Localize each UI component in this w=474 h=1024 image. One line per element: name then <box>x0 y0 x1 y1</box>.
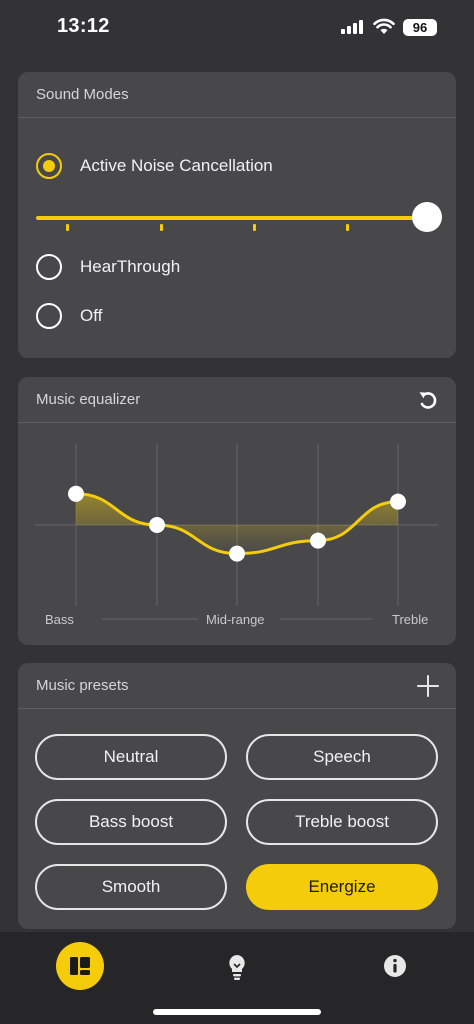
hearthrough-radio[interactable] <box>36 254 62 280</box>
anc-slider-tick <box>160 224 163 231</box>
preset-energize-button[interactable]: Energize <box>246 864 438 910</box>
eq-band-handle-5[interactable] <box>390 493 406 510</box>
off-label: Off <box>80 306 103 325</box>
equalizer-title: Music equalizer <box>36 391 141 408</box>
eq-mid-label: Mid-range <box>206 612 265 627</box>
reset-icon[interactable] <box>416 388 440 412</box>
eq-treble-label: Treble <box>392 612 429 627</box>
off-radio[interactable] <box>36 303 62 329</box>
eq-band-handle-2[interactable] <box>149 517 165 533</box>
anc-slider-tick <box>346 224 349 231</box>
anc-slider-tick <box>253 224 256 231</box>
battery-icon: 96 <box>403 19 437 36</box>
status-bar: 13:12 96 <box>0 0 474 56</box>
dashboard-icon <box>70 957 90 975</box>
anc-slider-track[interactable] <box>36 216 426 220</box>
presets-header: Music presets <box>18 663 456 709</box>
mode-hearthrough-option[interactable]: HearThrough <box>36 252 180 282</box>
anc-label: Active Noise Cancellation <box>80 156 273 175</box>
hearthrough-label: HearThrough <box>80 257 181 276</box>
sound-modes-title: Sound Modes <box>36 86 129 103</box>
equalizer-card: Music equalizer Bass Mid-range Treble <box>18 377 456 645</box>
home-indicator <box>153 1009 321 1015</box>
presets-card: Music presets Neutral Speech Bass boost … <box>18 663 456 929</box>
preset-speech-button[interactable]: Speech <box>246 734 438 780</box>
anc-level-slider[interactable] <box>36 200 442 240</box>
wifi-icon <box>373 18 395 34</box>
sound-modes-header: Sound Modes <box>18 72 456 118</box>
sound-modes-card: Sound Modes Active Noise Cancellation He… <box>18 72 456 358</box>
nav-dashboard[interactable] <box>56 942 104 990</box>
mode-off-option[interactable]: Off <box>36 301 102 331</box>
mode-anc-option[interactable]: Active Noise Cancellation <box>36 151 273 181</box>
nav-info[interactable] <box>371 942 419 990</box>
anc-slider-thumb[interactable] <box>412 202 442 232</box>
anc-radio[interactable] <box>36 153 62 179</box>
status-time: 13:12 <box>57 15 110 37</box>
info-icon <box>384 955 406 977</box>
plus-icon[interactable] <box>416 674 440 698</box>
preset-smooth-button[interactable]: Smooth <box>35 864 227 910</box>
signal-icon <box>341 20 363 34</box>
eq-band-handle-1[interactable] <box>68 485 84 502</box>
eq-bass-label: Bass <box>45 612 74 627</box>
nav-tips[interactable] <box>213 942 261 990</box>
anc-slider-tick <box>66 224 69 231</box>
preset-neutral-button[interactable]: Neutral <box>35 734 227 780</box>
preset-treble-boost-button[interactable]: Treble boost <box>246 799 438 845</box>
equalizer-header: Music equalizer <box>18 377 456 423</box>
lightbulb-icon <box>229 955 245 980</box>
presets-title: Music presets <box>36 677 129 694</box>
eq-band-handle-4[interactable] <box>310 532 326 549</box>
preset-bass-boost-button[interactable]: Bass boost <box>35 799 227 845</box>
eq-band-handle-3[interactable] <box>229 545 245 562</box>
